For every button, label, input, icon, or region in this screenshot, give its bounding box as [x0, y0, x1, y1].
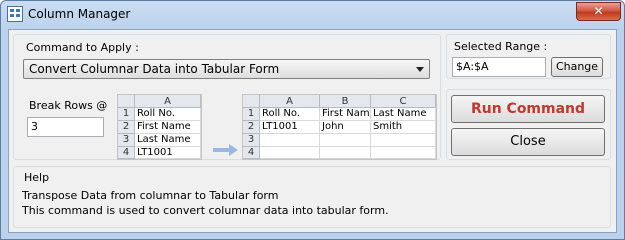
- help-group: Help Transpose Data from columnar to Tab…: [13, 166, 611, 228]
- cell: [260, 147, 320, 159]
- break-rows-input[interactable]: 3: [27, 117, 104, 137]
- row-number: 3: [243, 134, 260, 147]
- close-button[interactable]: Close: [451, 128, 605, 156]
- cell: [320, 134, 371, 147]
- column-header: A: [135, 95, 201, 108]
- cell: LT1001: [135, 147, 201, 159]
- cell: [371, 134, 436, 147]
- command-group: Command to Apply : Convert Columnar Data…: [13, 34, 441, 160]
- cell: Last Name: [371, 108, 436, 121]
- cell: LT1001: [260, 121, 320, 134]
- row-number: 2: [243, 121, 260, 134]
- sheet-corner: [118, 95, 135, 108]
- column-header: B: [320, 95, 371, 108]
- chevron-down-icon: [416, 67, 424, 72]
- cell: John: [320, 121, 371, 134]
- range-group: Selected Range : $A:$A Change: [446, 34, 611, 79]
- close-window-button[interactable]: ✕: [576, 2, 621, 21]
- grid-icon: [7, 6, 23, 22]
- arrow-right-icon: [213, 144, 238, 156]
- row-number: 1: [243, 108, 260, 121]
- help-line-2: This command is used to convert columnar…: [22, 204, 389, 217]
- command-dropdown-value: Convert Columnar Data into Tabular Form: [29, 62, 280, 76]
- row-number: 3: [118, 134, 135, 147]
- cell: [371, 147, 436, 159]
- run-command-label: Run Command: [470, 101, 586, 117]
- help-line-1: Transpose Data from columnar to Tabular …: [22, 189, 279, 202]
- command-label: Command to Apply :: [26, 41, 139, 54]
- cell: Roll No.: [135, 108, 201, 121]
- cell: Last Name: [135, 134, 201, 147]
- cell: [320, 147, 371, 159]
- command-dropdown[interactable]: Convert Columnar Data into Tabular Form: [23, 59, 430, 79]
- row-number: 4: [243, 147, 260, 159]
- action-group: Run Command Close: [446, 89, 611, 160]
- cell: Roll No.: [260, 108, 320, 121]
- cell: Smith: [371, 121, 436, 134]
- row-number: 1: [118, 108, 135, 121]
- close-label: Close: [510, 134, 546, 149]
- cell: First Name: [135, 121, 201, 134]
- column-manager-window: Column Manager ✕ Command to Apply : Conv…: [0, 0, 625, 240]
- help-label: Help: [24, 171, 50, 184]
- cell: First Name: [320, 108, 371, 121]
- range-input[interactable]: $A:$A: [452, 57, 546, 77]
- dialog-body: Command to Apply : Convert Columnar Data…: [8, 29, 617, 233]
- sheet-corner: [243, 95, 260, 108]
- window-title: Column Manager: [28, 7, 131, 21]
- preview-after-sheet: A B C 1 Roll No. First Name Last Name 2 …: [242, 94, 437, 160]
- run-command-button[interactable]: Run Command: [451, 95, 605, 123]
- change-range-button[interactable]: Change: [551, 57, 603, 77]
- close-icon: ✕: [593, 4, 604, 18]
- break-rows-label: Break Rows @: [29, 99, 108, 112]
- range-label: Selected Range :: [454, 40, 548, 53]
- row-number: 4: [118, 147, 135, 159]
- row-number: 2: [118, 121, 135, 134]
- preview-before-sheet: A 1 Roll No. 2 First Name 3 Last Name 4 …: [117, 94, 202, 160]
- change-label: Change: [555, 60, 599, 73]
- column-header: A: [260, 95, 320, 108]
- column-header: C: [371, 95, 436, 108]
- title-bar[interactable]: Column Manager ✕: [1, 1, 624, 29]
- cell: [260, 134, 320, 147]
